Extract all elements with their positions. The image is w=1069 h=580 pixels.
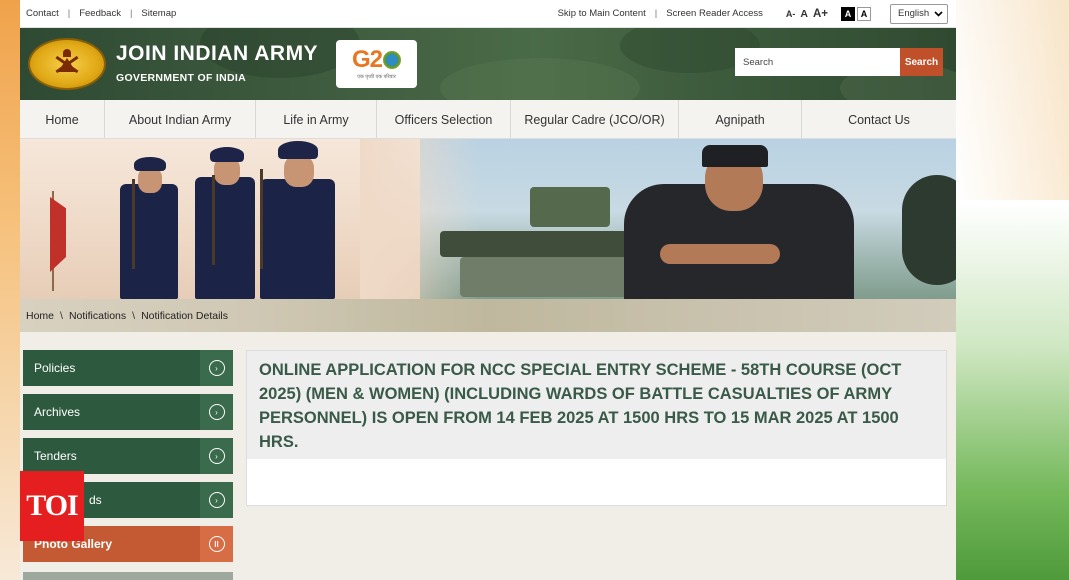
- regimental-flag: [50, 197, 66, 272]
- notification-title: ONLINE APPLICATION FOR NCC SPECIAL ENTRY…: [259, 361, 902, 451]
- sidebar-item-label: Archives: [34, 405, 81, 419]
- main-navigation: Home About Indian Army Life in Army Offi…: [20, 100, 956, 139]
- utility-links: Contact | Feedback | Sitemap: [26, 8, 176, 19]
- breadcrumb: Home \ Notifications \ Notification Deta…: [20, 299, 956, 332]
- sidebar-pause: ll: [200, 526, 233, 562]
- soldier-cap: [278, 141, 318, 159]
- separator: |: [129, 8, 133, 19]
- nav-contact-us[interactable]: Contact Us: [802, 100, 956, 139]
- contrast-controls: A A: [841, 6, 871, 21]
- rifle: [260, 169, 263, 269]
- breadcrumb-separator: \: [132, 309, 136, 322]
- toi-watermark-logo: TOI: [20, 471, 84, 541]
- sidebar-item-label: Policies: [34, 361, 76, 375]
- nav-regular-cadre[interactable]: Regular Cadre (JCO/OR): [511, 100, 679, 139]
- sidebar-item-policies[interactable]: Policies ›: [23, 350, 233, 386]
- chevron-right-circle-icon: ›: [208, 404, 225, 420]
- sidebar-arrow: ›: [200, 438, 233, 474]
- sidebar-item-archives[interactable]: Archives ›: [23, 394, 233, 430]
- soldier-figure: [260, 179, 335, 299]
- separator: |: [67, 8, 71, 19]
- search-form: Search Search: [735, 48, 943, 76]
- normal-contrast-button[interactable]: A: [857, 6, 871, 21]
- pause-circle-icon: ll: [208, 536, 225, 552]
- camo-patch: [440, 58, 640, 100]
- nav-agnipath[interactable]: Agnipath: [679, 100, 802, 139]
- nav-home[interactable]: Home: [20, 100, 105, 139]
- site-brand[interactable]: JOIN INDIAN ARMY GOVERNMENT OF INDIA: [116, 42, 318, 84]
- rifle: [132, 179, 135, 269]
- sidebar-item-label: Tenders: [34, 449, 77, 463]
- sidebar-arrow: ›: [200, 482, 233, 518]
- hero-banner-image: [20, 139, 956, 299]
- font-decrease-button[interactable]: A-: [786, 9, 796, 19]
- language-value: English: [898, 8, 930, 19]
- font-increase-button[interactable]: A+: [813, 8, 828, 20]
- chevron-right-circle-icon: ›: [208, 448, 225, 464]
- site-subtitle: GOVERNMENT OF INDIA: [116, 72, 246, 84]
- nav-life-in-army[interactable]: Life in Army: [256, 100, 377, 139]
- website-frame: Contact | Feedback | Sitemap Skip to Mai…: [20, 0, 956, 580]
- contact-link[interactable]: Contact: [26, 8, 59, 19]
- font-normal-button[interactable]: A: [800, 8, 808, 20]
- nav-officers-selection[interactable]: Officers Selection: [377, 100, 511, 139]
- site-header: JOIN INDIAN ARMY GOVERNMENT OF INDIA G2 …: [20, 28, 956, 100]
- sitemap-link[interactable]: Sitemap: [141, 8, 176, 19]
- soldier-cap: [134, 157, 166, 171]
- breadcrumb-current: Notification Details: [141, 309, 229, 322]
- notification-panel: ONLINE APPLICATION FOR NCC SPECIAL ENTRY…: [246, 350, 947, 506]
- search-button[interactable]: Search: [900, 48, 943, 76]
- search-input[interactable]: Search: [735, 48, 900, 76]
- sidebar-arrow: ›: [200, 394, 233, 430]
- utility-tools: Skip to Main Content | Screen Reader Acc…: [558, 3, 948, 24]
- sidebar-arrow: ›: [200, 350, 233, 386]
- notification-header: ONLINE APPLICATION FOR NCC SPECIAL ENTRY…: [247, 351, 946, 459]
- ammo-box: [530, 187, 610, 227]
- skip-to-main-link[interactable]: Skip to Main Content: [558, 8, 646, 19]
- breadcrumb-notifications[interactable]: Notifications: [69, 310, 126, 322]
- language-select[interactable]: English: [890, 3, 948, 24]
- chevron-down-icon: [934, 10, 943, 17]
- vehicle-wheel: [902, 175, 956, 285]
- gunner-cap: [702, 145, 768, 167]
- indian-army-emblem-logo[interactable]: [28, 38, 106, 90]
- background-orange-band: [0, 0, 20, 580]
- font-size-controls: A- A A+: [786, 8, 828, 20]
- soldier-face: [284, 155, 314, 187]
- soldier-cap: [210, 147, 244, 162]
- separator: |: [654, 8, 658, 19]
- utility-bar: Contact | Feedback | Sitemap Skip to Mai…: [20, 0, 956, 28]
- soldier-figure: [195, 177, 255, 299]
- g20-wordmark: G2: [352, 48, 401, 72]
- sidebar-item-tenders[interactable]: Tenders ›: [23, 438, 233, 474]
- soldier-figure: [120, 184, 178, 299]
- chevron-right-circle-icon: ›: [208, 360, 225, 376]
- main-content: Policies › Archives › Tenders › ds › Pho…: [20, 332, 956, 580]
- feedback-link[interactable]: Feedback: [79, 8, 121, 19]
- g20-tagline: एक पृथ्वी एक परिवार: [357, 74, 396, 80]
- high-contrast-button[interactable]: A: [841, 6, 855, 21]
- nav-about-indian-army[interactable]: About Indian Army: [105, 100, 256, 139]
- g20-lotus-globe-icon: [383, 51, 401, 69]
- rifle: [212, 175, 215, 265]
- site-title: JOIN INDIAN ARMY: [116, 42, 319, 65]
- screen-reader-link[interactable]: Screen Reader Access: [666, 8, 763, 19]
- chevron-right-circle-icon: ›: [208, 492, 225, 508]
- gunner-arm: [660, 244, 780, 264]
- crossed-swords-icon: [54, 49, 80, 79]
- breadcrumb-home[interactable]: Home: [26, 310, 54, 322]
- photo-gallery-preview: [23, 572, 233, 580]
- g20-logo: G2 एक पृथ्वी एक परिवार: [336, 40, 417, 88]
- breadcrumb-separator: \: [60, 309, 63, 322]
- background-green-band: [956, 0, 1069, 580]
